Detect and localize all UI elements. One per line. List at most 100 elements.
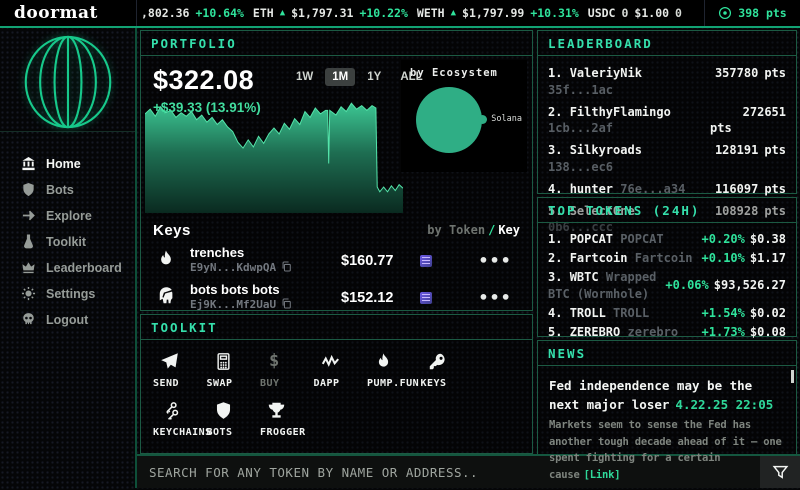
ticker-item: ETH ▲ $1,797.31 +10.22% <box>253 6 408 20</box>
range-1y-button[interactable]: 1Y <box>360 68 388 86</box>
toggle-by: by <box>427 223 441 237</box>
tool-bots[interactable]: BOTS <box>207 401 261 438</box>
sidebar-item-toolkit[interactable]: Toolkit <box>21 234 135 249</box>
portfolio-change: +$39.33 (13.91%) <box>153 100 261 115</box>
ticker-symbol: ETH <box>253 6 274 20</box>
gear-icon <box>21 286 36 301</box>
key-row[interactable]: trenches E9yN...KdwpQA $160.77 ••• <box>153 242 520 279</box>
leaderboard-row[interactable]: 3. Silkyroads 138...ec6 128191pts <box>548 142 786 176</box>
toolkit-header: TOOLKIT <box>141 315 532 340</box>
ticker-price: $1.00 <box>634 6 669 20</box>
news-panel: NEWS Fed independence may be the next ma… <box>537 340 797 485</box>
sidebar-item-label: Explore <box>46 209 92 223</box>
keychain-icon <box>160 401 179 420</box>
toggle-token[interactable]: Token <box>449 223 485 237</box>
portfolio-header: PORTFOLIO <box>141 31 532 56</box>
top-tokens-list: 1. POPCAT POPCAT +0.20%$0.38 2. Fartcoin… <box>538 223 796 340</box>
ecosystem-pie <box>416 87 482 153</box>
sidebar-item-home[interactable]: Home <box>21 156 135 171</box>
ticker-change: +10.22% <box>359 6 407 20</box>
tool-swap[interactable]: SWAP <box>207 352 261 389</box>
key-address: Ej9K...Mf2UaU <box>190 298 276 311</box>
solana-chain-icon <box>420 292 432 304</box>
token-row[interactable]: 1. POPCAT POPCAT +0.20%$0.38 <box>548 231 786 247</box>
leaderboard-row[interactable]: 2. FilthyFlamingo 1cb...2af 272651pts <box>548 104 786 138</box>
token-row[interactable]: 2. Fartcoin Fartcoin +0.10%$1.17 <box>548 250 786 266</box>
range-selector: 1W 1M 1Y ALL <box>289 68 430 86</box>
paper-plane-icon <box>160 352 179 371</box>
helmet-icon <box>153 286 179 310</box>
leaderboard-row[interactable]: 1. ValeriyNik 35f...1ac 357780pts <box>548 65 786 99</box>
copy-icon[interactable] <box>281 261 292 275</box>
portfolio-balance: $322.08 <box>153 65 254 96</box>
tool-frogger[interactable]: FROGGER <box>260 401 314 438</box>
tool-dapp[interactable]: DAPP <box>314 352 368 389</box>
ticker-symbol: WETH <box>417 6 445 20</box>
ticker-price: $1,797.31 <box>291 6 353 20</box>
ticker-item: ,802.36 +10.64% <box>141 6 244 20</box>
sidebar-item-label: Leaderboard <box>46 261 122 275</box>
ticker-change: 0 <box>675 6 682 20</box>
token-key-toggle[interactable]: by Token/Key <box>427 223 520 237</box>
ellipsis-menu-icon[interactable]: ••• <box>479 288 512 307</box>
news-header: NEWS <box>538 341 796 366</box>
flat-change-icon: 0 <box>621 6 628 20</box>
sidebar-item-logout[interactable]: Logout <box>21 312 135 327</box>
topbar: doormat ,802.36 +10.64% ETH ▲ $1,797.31 … <box>0 0 800 28</box>
shield-icon <box>21 182 36 197</box>
token-row[interactable]: 3. WBTC Wrapped BTC (Wormhole) +0.06%$93… <box>548 269 786 301</box>
points-badge[interactable]: 398 pts <box>704 0 800 26</box>
tool-pumpfun[interactable]: PUMP.FUN <box>367 352 421 389</box>
news-item: Fed independence may be the next major l… <box>538 366 796 484</box>
portfolio-panel: PORTFOLIO $322.08 +$39.33 (13.91%) 1W 1M… <box>140 30 533 311</box>
key-value: $160.77 <box>341 253 409 269</box>
globe-icon <box>21 34 115 130</box>
sidebar-item-leaderboard[interactable]: Leaderboard <box>21 260 135 275</box>
key-row[interactable]: bots bots bots Ej9K...Mf2UaU $152.12 ••• <box>153 279 520 316</box>
range-all-button[interactable]: ALL <box>393 68 429 86</box>
copy-icon[interactable] <box>281 298 292 312</box>
toolkit-panel: TOOLKIT SEND SWAP $ BUY <box>140 314 533 454</box>
ticker-price: ,802.36 <box>141 6 189 20</box>
leaderboard-title: LEADERBOARD <box>548 36 653 51</box>
keys-title: Keys <box>153 222 191 239</box>
sidebar-item-settings[interactable]: Settings <box>21 286 135 301</box>
coin-icon <box>718 6 732 20</box>
sidebar-menu: Home Bots Explore Toolkit Leaderboard <box>0 132 135 327</box>
scrollbar-thumb[interactable] <box>791 370 794 383</box>
range-1w-button[interactable]: 1W <box>289 68 320 86</box>
sidebar-item-label: Toolkit <box>46 235 86 249</box>
sidebar-item-bots[interactable]: Bots <box>21 182 135 197</box>
key-value: $152.12 <box>341 290 409 306</box>
portfolio-title: PORTFOLIO <box>151 36 237 51</box>
ticker-symbol: USDC <box>588 6 616 20</box>
sidebar-item-explore[interactable]: Explore <box>21 208 135 223</box>
portfolio-area <box>145 103 403 213</box>
leaderboard-panel: LEADERBOARD 1. ValeriyNik 35f...1ac 3577… <box>537 30 797 194</box>
legend-label: Solana <box>491 114 522 124</box>
token-row[interactable]: 4. TROLL TROLL +1.54%$0.02 <box>548 305 786 321</box>
toggle-key[interactable]: Key <box>498 223 520 237</box>
flask-icon <box>21 234 36 249</box>
ticker-change: +10.64% <box>195 6 243 20</box>
squiggle-icon <box>321 352 340 371</box>
leaderboard-row[interactable]: 4. hunter 76e...a34 116097pts <box>548 181 786 198</box>
arrow-right-icon <box>21 208 36 223</box>
tool-buy[interactable]: $ BUY <box>260 352 314 389</box>
flame-icon <box>153 249 179 273</box>
ellipsis-menu-icon[interactable]: ••• <box>479 251 512 270</box>
tool-keychains[interactable]: KEYCHAINS <box>153 401 207 438</box>
portfolio-body: $322.08 +$39.33 (13.91%) 1W 1M 1Y ALL <box>141 56 532 216</box>
key-address: E9yN...KdwpQA <box>190 261 276 274</box>
toolkit-title: TOOLKIT <box>151 320 218 335</box>
tool-send[interactable]: SEND <box>153 352 207 389</box>
globe-logo <box>0 28 135 132</box>
token-row[interactable]: 5. ZEREBRO zerebro +1.73%$0.08 <box>548 324 786 340</box>
app-logo[interactable]: doormat <box>0 0 137 26</box>
range-1m-button[interactable]: 1M <box>325 68 355 86</box>
news-link[interactable]: [Link] <box>584 469 621 481</box>
shield-icon <box>214 401 233 420</box>
calculator-icon <box>214 352 233 371</box>
tool-keys[interactable]: KEYS <box>421 352 475 389</box>
toolkit-grid: SEND SWAP $ BUY DAPP <box>141 340 532 438</box>
